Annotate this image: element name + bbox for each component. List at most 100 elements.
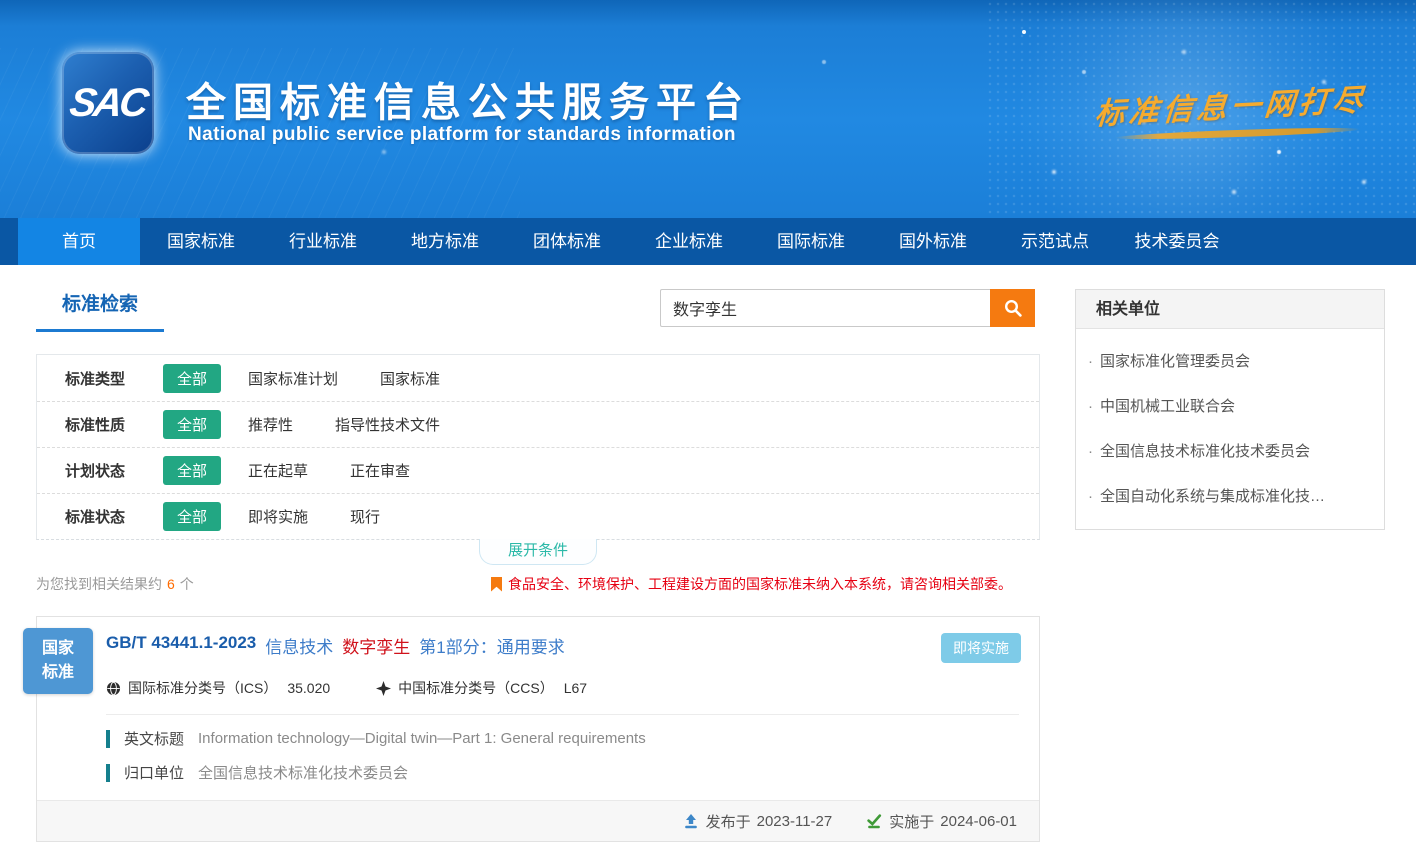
filter-option[interactable]: 正在审查 — [350, 460, 410, 481]
implement-date: 2024-06-01 — [940, 813, 1017, 830]
implement-date-item: 实施于 2024-06-01 — [866, 811, 1017, 832]
standard-title-highlight[interactable]: 数字孪生 — [342, 633, 410, 658]
nav-tab-enterprise-standards[interactable]: 企业标准 — [628, 218, 750, 265]
standard-result-card: 国家 标准 GB/T 43441.1-2023 信息技术 数字孪生 第1部分：通… — [36, 616, 1040, 842]
search-icon — [1003, 298, 1023, 318]
publish-date-item: 发布于 2023-11-27 — [683, 811, 833, 832]
nav-tab-group-standards[interactable]: 团体标准 — [506, 218, 628, 265]
filter-label: 标准类型 — [65, 368, 163, 389]
main-column: 标准检索 标准类型 全部 国家标准计划 国家标准 — [36, 289, 1040, 842]
filter-label: 标准状态 — [65, 506, 163, 527]
filter-all-button[interactable]: 全部 — [163, 364, 221, 393]
header-banner: SAC 全国标准信息公共服务平台 National public service… — [0, 0, 1416, 218]
bullet: · — [1088, 488, 1093, 505]
sidebar-item-machinery-federation[interactable]: ·中国机械工业联合会 — [1076, 384, 1384, 429]
result-count-prefix: 为您找到相关结果约 — [36, 576, 162, 592]
committee-value: 全国信息技术标准化技术委员会 — [198, 762, 408, 783]
card-footer: 发布于 2023-11-27 实施于 2024-06-01 — [37, 800, 1039, 841]
sidebar-item-automation-systems-committee[interactable]: · 全国自动化系统与集成标准化技… — [1076, 474, 1384, 519]
sidebar-item-label: 全国自动化系统与集成标准化技… — [1100, 488, 1325, 505]
sidebar-item-label: 国家标准化管理委员会 — [1100, 353, 1250, 370]
implement-label: 实施于 — [889, 811, 934, 832]
filter-option[interactable]: 指导性技术文件 — [335, 414, 440, 435]
sidebar-item-it-standardization-committee[interactable]: · 全国信息技术标准化技术委员会 — [1076, 429, 1384, 474]
bullet: · — [1088, 353, 1093, 370]
standard-code-link[interactable]: GB/T 43441.1-2023 — [106, 633, 256, 653]
sidebar-item-label: 全国信息技术标准化技术委员会 — [1100, 443, 1310, 460]
filter-label: 标准性质 — [65, 414, 163, 435]
bullet: · — [1088, 443, 1093, 460]
content-area: 标准检索 标准类型 全部 国家标准计划 国家标准 — [0, 265, 1416, 842]
committee-label: 归口单位 — [124, 762, 184, 783]
search-section: 标准检索 — [36, 289, 1040, 341]
filter-all-button[interactable]: 全部 — [163, 502, 221, 531]
sparkle-dots-decoration — [1022, 30, 1026, 34]
sac-logo[interactable]: SAC — [62, 52, 154, 154]
result-count-suffix: 个 — [180, 576, 194, 592]
filter-option[interactable]: 现行 — [350, 506, 380, 527]
notice-text: 食品安全、环境保护、工程建设方面的国家标准未纳入本系统，请咨询相关部委。 — [508, 574, 1012, 594]
result-count-text: 为您找到相关结果约 6个 — [36, 574, 194, 594]
nav-tab-pilot-demo[interactable]: 示范试点 — [994, 218, 1116, 265]
nav-tab-local-standards[interactable]: 地方标准 — [384, 218, 506, 265]
standard-title-rest[interactable]: 第1部分：通用要求 — [419, 633, 564, 658]
filter-panel: 标准类型 全部 国家标准计划 国家标准 标准性质 全部 推荐性 指导性技术文件 … — [36, 354, 1040, 540]
nav-tab-home[interactable]: 首页 — [18, 218, 140, 265]
filter-row-plan-status: 计划状态 全部 正在起草 正在审查 — [37, 447, 1039, 493]
ccs-label: 中国标准分类号（CCS） — [398, 678, 554, 698]
english-title-value: Information technology—Digital twin—Part… — [198, 730, 646, 747]
filter-row-standard-type: 标准类型 全部 国家标准计划 国家标准 — [37, 355, 1039, 401]
card-header: GB/T 43441.1-2023 信息技术 数字孪生 第1部分：通用要求 即将… — [37, 617, 1039, 714]
nav-tab-national-standards[interactable]: 国家标准 — [140, 218, 262, 265]
filter-option[interactable]: 推荐性 — [248, 414, 293, 435]
row-accent-bar — [106, 764, 110, 782]
result-summary-row: 为您找到相关结果约 6个 食品安全、环境保护、工程建设方面的国家标准未纳入本系统，… — [36, 574, 1040, 594]
card-title-row: GB/T 43441.1-2023 信息技术 数字孪生 第1部分：通用要求 即将… — [106, 633, 1021, 663]
related-units-list: ·国家标准化管理委员会 ·中国机械工业联合会 ·全国信息技术标准化技术委员会 ·… — [1076, 329, 1384, 529]
standard-title-cn[interactable]: 信息技术 — [265, 633, 333, 658]
standard-type-line2: 标准 — [23, 661, 93, 685]
bookmark-icon — [491, 577, 502, 592]
main-nav: 首页 国家标准 行业标准 地方标准 团体标准 企业标准 国际标准 国外标准 示范… — [0, 218, 1416, 265]
sac-logo-text: SAC — [67, 81, 149, 126]
related-units-panel: 相关单位 ·国家标准化管理委员会 ·中国机械工业联合会 ·全国信息技术标准化技术… — [1075, 289, 1385, 530]
system-notice: 食品安全、环境保护、工程建设方面的国家标准未纳入本系统，请咨询相关部委。 — [491, 574, 1012, 594]
compass-icon — [376, 681, 391, 696]
site-subtitle: National public service platform for sta… — [188, 124, 736, 146]
nav-tab-foreign-standards[interactable]: 国外标准 — [872, 218, 994, 265]
nav-tab-technical-committees[interactable]: 技术委员会 — [1116, 218, 1238, 265]
search-button[interactable] — [990, 289, 1035, 327]
filter-option[interactable]: 正在起草 — [248, 460, 308, 481]
filter-option[interactable]: 国家标准 — [380, 368, 440, 389]
result-count-number: 6 — [167, 576, 175, 592]
search-input[interactable] — [660, 289, 990, 327]
sidebar-item-sac[interactable]: · 国家标准化管理委员会 — [1076, 339, 1384, 384]
globe-icon — [106, 681, 121, 696]
ccs-classification: 中国标准分类号（CCS） L67 — [376, 678, 587, 698]
page-title: 标准检索 — [36, 289, 164, 332]
expand-conditions-button[interactable]: 展开条件 — [479, 539, 597, 565]
row-accent-bar — [106, 730, 110, 748]
publish-date: 2023-11-27 — [757, 813, 833, 830]
publish-label: 发布于 — [706, 811, 751, 832]
ccs-value: L67 — [564, 680, 587, 696]
filter-all-button[interactable]: 全部 — [163, 456, 221, 485]
ics-label: 国际标准分类号（ICS） — [128, 678, 277, 698]
filter-row-standard-status: 标准状态 全部 即将实施 现行 — [37, 493, 1039, 539]
filter-label: 计划状态 — [65, 460, 163, 481]
nav-tab-industry-standards[interactable]: 行业标准 — [262, 218, 384, 265]
standard-type-badge: 国家 标准 — [23, 628, 93, 694]
sidebar-item-label: 中国机械工业联合会 — [1100, 398, 1235, 415]
card-meta-row: 国际标准分类号（ICS） 35.020 中国标准分类号（CCS） L67 — [106, 678, 1021, 714]
site-title: 全国标准信息公共服务平台 — [186, 70, 750, 128]
status-badge: 即将实施 — [941, 633, 1021, 663]
implement-check-icon — [866, 813, 882, 829]
nav-tab-international-standards[interactable]: 国际标准 — [750, 218, 872, 265]
ics-classification: 国际标准分类号（ICS） 35.020 — [106, 678, 330, 698]
filter-row-standard-nature: 标准性质 全部 推荐性 指导性技术文件 — [37, 401, 1039, 447]
filter-option[interactable]: 国家标准计划 — [248, 368, 338, 389]
filter-all-button[interactable]: 全部 — [163, 410, 221, 439]
ics-value: 35.020 — [287, 680, 330, 696]
filter-option[interactable]: 即将实施 — [248, 506, 308, 527]
english-title-label: 英文标题 — [124, 728, 184, 749]
